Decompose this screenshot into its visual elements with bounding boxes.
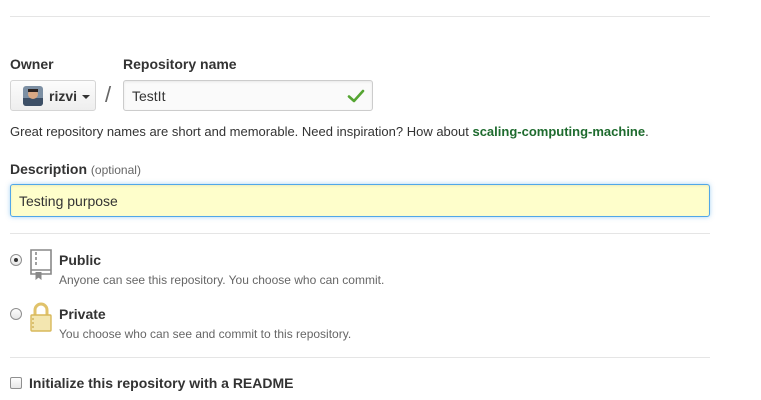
repo-book-icon — [30, 249, 52, 280]
description-label-text: Description — [10, 161, 88, 177]
description-input[interactable]: Testing purpose — [10, 184, 710, 217]
suggested-name-link[interactable]: scaling-computing-machine — [472, 124, 645, 139]
owner-name: rizvi — [49, 87, 78, 104]
owner-dropdown[interactable]: rizvi — [10, 80, 96, 111]
public-title: Public — [59, 252, 102, 268]
public-radio[interactable] — [10, 254, 22, 266]
top-divider — [10, 16, 710, 17]
readme-divider — [10, 357, 710, 358]
visibility-divider — [10, 233, 710, 234]
create-repository-form: Owner Repository name rizvi / TestIt Gre… — [0, 0, 761, 400]
avatar — [23, 85, 43, 106]
lock-icon — [30, 302, 52, 332]
hint-suffix: . — [645, 124, 649, 139]
owner-repo-separator: / — [105, 82, 112, 107]
repository-name-value: TestIt — [132, 87, 166, 104]
private-title: Private — [59, 306, 106, 322]
private-radio[interactable] — [10, 308, 22, 320]
chevron-down-icon — [82, 94, 91, 99]
public-description: Anyone can see this repository. You choo… — [59, 273, 385, 287]
repository-name-label: Repository name — [123, 56, 237, 72]
check-icon — [347, 89, 365, 102]
private-description: You choose who can see and commit to thi… — [59, 327, 352, 341]
hint-text: Great repository names are short and mem… — [10, 124, 473, 139]
readme-label[interactable]: Initialize this repository with a README — [29, 375, 293, 391]
repository-name-input[interactable]: TestIt — [123, 80, 373, 111]
optional-tag: (optional) — [90, 163, 141, 177]
description-label: Description (optional) — [10, 161, 141, 177]
owner-label: Owner — [10, 56, 54, 72]
readme-checkbox[interactable] — [10, 377, 22, 389]
name-suggestion-hint: Great repository names are short and mem… — [10, 124, 649, 139]
